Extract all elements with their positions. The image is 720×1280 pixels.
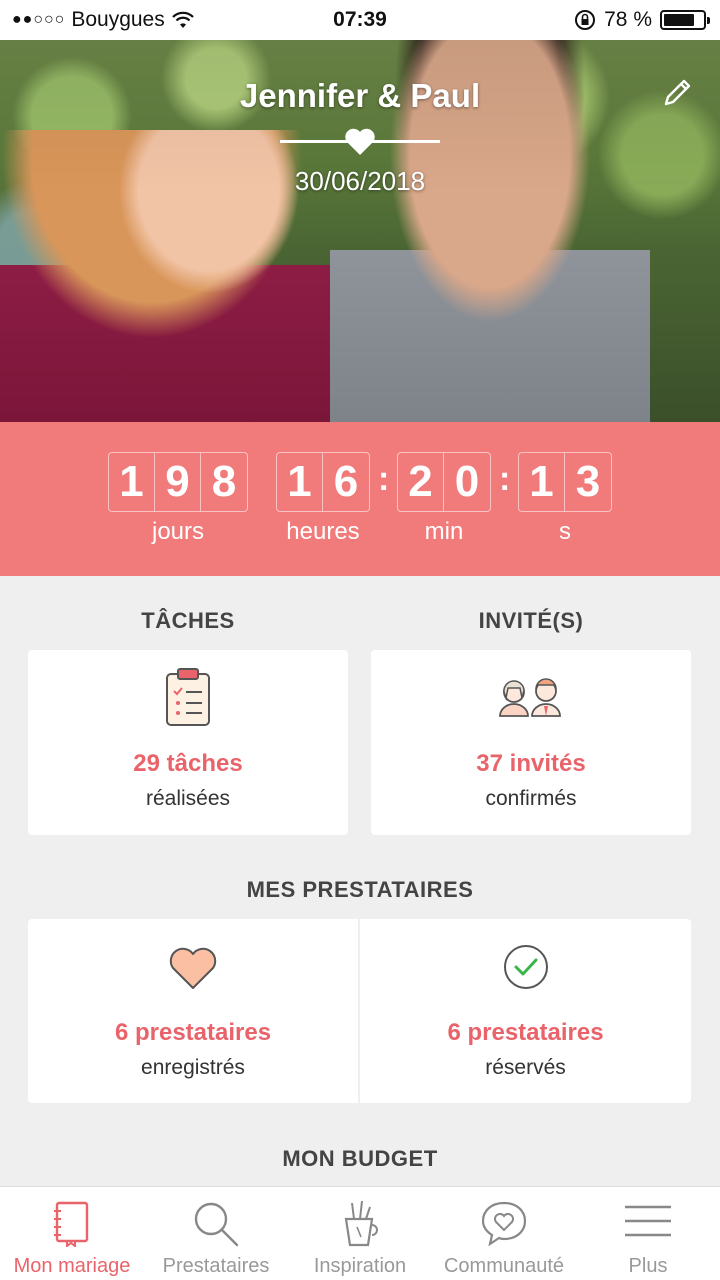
countdown-digit: 1 bbox=[277, 453, 323, 511]
countdown-digit: 8 bbox=[211, 457, 237, 506]
countdown-separator: : bbox=[499, 460, 511, 498]
countdown-seconds-label: s bbox=[559, 518, 571, 545]
tab-prestataires[interactable]: Prestataires bbox=[144, 1187, 288, 1280]
countdown-digit: 3 bbox=[575, 457, 601, 506]
countdown-separator: : bbox=[378, 460, 390, 498]
tab-plus[interactable]: Plus bbox=[576, 1187, 720, 1280]
budget-section-title: MON BUDGET bbox=[282, 1146, 438, 1171]
orientation-lock-icon bbox=[575, 10, 596, 30]
heart-icon bbox=[345, 128, 375, 155]
bottom-tab-bar: Mon mariage Prestataires Inspiration Com… bbox=[0, 1186, 720, 1280]
menu-icon bbox=[625, 1205, 671, 1237]
couple-photo-header: Jennifer & Paul 30/06/2018 bbox=[0, 40, 720, 422]
tab-label: Inspiration bbox=[313, 1255, 407, 1277]
tab-inspiration[interactable]: Inspiration bbox=[288, 1187, 432, 1280]
countdown-digit: 9 bbox=[155, 453, 201, 511]
notebook-icon bbox=[54, 1201, 89, 1247]
guests-card[interactable]: 37 invités confirmés bbox=[371, 650, 691, 835]
pencil-icon[interactable] bbox=[660, 76, 694, 110]
countdown-days: 1 9 8 bbox=[108, 452, 248, 512]
pencil-cup-icon bbox=[344, 1200, 378, 1247]
countdown-digit: 1 bbox=[109, 453, 155, 511]
check-circle-icon bbox=[503, 945, 548, 989]
tab-label: Plus bbox=[628, 1255, 668, 1277]
wedding-date: 30/06/2018 bbox=[294, 166, 426, 196]
countdown-digit: 0 bbox=[454, 457, 480, 506]
tasks-card[interactable]: 29 tâches réalisées bbox=[28, 650, 348, 835]
vendors-section-title: MES PRESTATAIRES bbox=[246, 877, 474, 902]
saved-vendors-label: enregistrés bbox=[141, 1056, 245, 1079]
battery-icon bbox=[660, 10, 710, 30]
tab-label: Communauté bbox=[443, 1255, 565, 1277]
saved-vendors-card[interactable]: 6 prestataires enregistrés bbox=[28, 919, 358, 1103]
guests-section-title: INVITÉ(S) bbox=[478, 608, 584, 633]
tab-label: Prestataires bbox=[162, 1255, 270, 1277]
booked-vendors-label: réservés bbox=[485, 1056, 566, 1079]
booked-vendors-count: 6 prestataires bbox=[447, 1019, 604, 1046]
wedding-countdown: 1 9 8 1 6 : 2 0 : 1 3 jours heures min s bbox=[0, 422, 720, 576]
countdown-digit: 6 bbox=[333, 457, 359, 506]
countdown-digit: 1 bbox=[519, 453, 565, 511]
tab-label: Mon mariage bbox=[13, 1255, 131, 1277]
status-right: 78 % bbox=[574, 8, 710, 32]
guests-count: 37 invités bbox=[476, 750, 586, 777]
countdown-hours: 1 6 bbox=[276, 452, 370, 512]
countdown-days-label: jours bbox=[151, 518, 205, 545]
tasks-label: réalisées bbox=[145, 787, 231, 810]
status-bar: ●●○○○ Bouygues 07:39 78 % bbox=[0, 0, 720, 40]
countdown-seconds: 1 3 bbox=[518, 452, 612, 512]
guests-label: confirmés bbox=[485, 787, 577, 810]
countdown-digit: 2 bbox=[398, 453, 444, 511]
couple-names: Jennifer & Paul bbox=[239, 77, 481, 114]
battery-percent: 78 % bbox=[604, 8, 652, 31]
saved-vendors-count: 6 prestataires bbox=[114, 1019, 272, 1046]
heart-icon bbox=[169, 947, 217, 989]
booked-vendors-card[interactable]: 6 prestataires réservés bbox=[360, 919, 691, 1103]
countdown-minutes: 2 0 bbox=[397, 452, 491, 512]
tasks-count: 29 tâches bbox=[133, 750, 243, 777]
search-icon bbox=[194, 1202, 239, 1247]
chat-heart-icon bbox=[481, 1201, 527, 1247]
countdown-minutes-label: min bbox=[424, 518, 464, 545]
tab-communaute[interactable]: Communauté bbox=[432, 1187, 576, 1280]
tasks-section-title: TÂCHES bbox=[141, 608, 235, 633]
tab-mon-mariage[interactable]: Mon mariage bbox=[0, 1187, 144, 1280]
clipboard-checklist-icon bbox=[166, 668, 210, 726]
couple-avatars-icon bbox=[499, 678, 561, 717]
countdown-hours-label: heures bbox=[286, 518, 360, 545]
